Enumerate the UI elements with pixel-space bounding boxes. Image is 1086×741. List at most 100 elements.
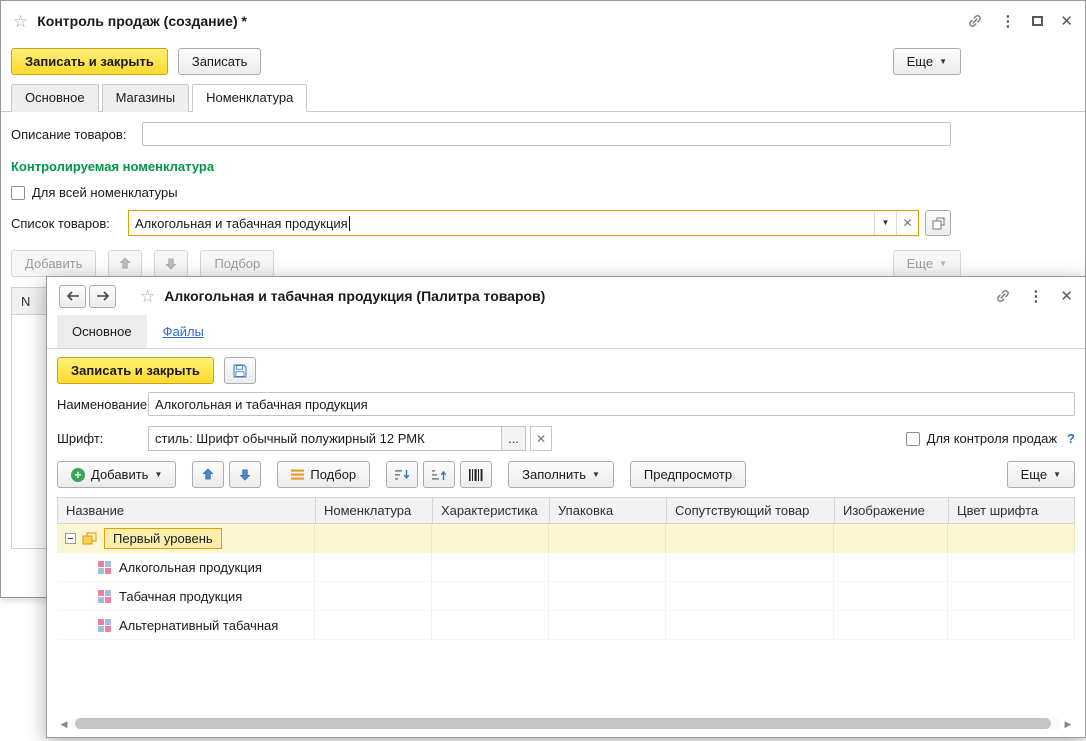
- empty-cell[interactable]: [834, 611, 948, 640]
- link-icon[interactable]: [967, 13, 983, 29]
- help-link[interactable]: ?: [1067, 431, 1075, 446]
- forward-navigation-button[interactable]: [89, 284, 116, 308]
- save-button[interactable]: [223, 357, 256, 384]
- preview-button[interactable]: Предпросмотр: [629, 461, 747, 488]
- empty-cell[interactable]: [834, 582, 948, 611]
- favorite-star-icon[interactable]: ☆: [13, 13, 28, 30]
- palette-grid-icon: [98, 560, 111, 574]
- tab-main[interactable]: Основное: [11, 84, 99, 112]
- empty-cell[interactable]: [432, 524, 549, 553]
- scroll-right-icon[interactable]: ▶: [1061, 719, 1075, 730]
- empty-cell[interactable]: [549, 553, 666, 582]
- nav-tab-main[interactable]: Основное: [57, 315, 147, 348]
- favorite-star-icon[interactable]: ☆: [140, 288, 155, 305]
- empty-cell[interactable]: [948, 582, 1075, 611]
- save-close-button[interactable]: Записать и закрыть: [11, 48, 168, 75]
- sort-descending-button[interactable]: [386, 461, 419, 488]
- description-input[interactable]: [142, 122, 951, 146]
- item-name-cell[interactable]: Альтернативный табачная: [57, 611, 315, 640]
- empty-cell[interactable]: [666, 553, 834, 582]
- group-name-cell[interactable]: Первый уровень: [57, 524, 315, 553]
- table-row-group[interactable]: Первый уровень: [57, 524, 1075, 553]
- empty-cell[interactable]: [549, 611, 666, 640]
- goods-list-dropdown-button[interactable]: ▼: [874, 211, 896, 235]
- table-row[interactable]: Алкогольная продукция: [57, 553, 1075, 582]
- goods-list-clear-button[interactable]: ✕: [896, 211, 918, 235]
- column-related-product[interactable]: Сопутствующий товар: [667, 498, 835, 523]
- fill-button[interactable]: Заполнить ▼: [508, 461, 614, 488]
- item-name-cell[interactable]: Табачная продукция: [57, 582, 315, 611]
- empty-cell[interactable]: [666, 524, 834, 553]
- move-down-button-disabled: [154, 250, 189, 277]
- column-packaging[interactable]: Упаковка: [550, 498, 667, 523]
- link-icon[interactable]: [995, 288, 1011, 304]
- empty-cell[interactable]: [948, 553, 1075, 582]
- column-nomenclature[interactable]: Номенклатура: [316, 498, 433, 523]
- empty-cell[interactable]: [315, 553, 432, 582]
- empty-cell[interactable]: [549, 524, 666, 553]
- close-icon[interactable]: ✕: [1060, 12, 1073, 30]
- palette-window: ☆ Алкогольная и табачная продукция (Пали…: [46, 276, 1086, 738]
- table-row[interactable]: Табачная продукция: [57, 582, 1075, 611]
- empty-cell[interactable]: [666, 611, 834, 640]
- scrollbar-thumb[interactable]: [75, 718, 1051, 729]
- tab-nomenclature[interactable]: Номенклатура: [192, 84, 308, 112]
- more-button-label: Еще: [906, 256, 934, 271]
- empty-cell[interactable]: [432, 553, 549, 582]
- all-nomenclature-checkbox[interactable]: [11, 185, 25, 200]
- nav-link-files[interactable]: Файлы: [163, 315, 204, 348]
- empty-cell[interactable]: [948, 524, 1075, 553]
- section-title: Контролируемая номенклатура: [11, 159, 215, 174]
- empty-cell[interactable]: [432, 611, 549, 640]
- sales-control-checkbox[interactable]: [905, 431, 920, 446]
- name-input[interactable]: [148, 392, 1075, 416]
- empty-cell[interactable]: [315, 582, 432, 611]
- font-clear-button[interactable]: ✕: [530, 426, 552, 451]
- column-font-color[interactable]: Цвет шрифта: [949, 498, 1075, 523]
- goods-list-combo[interactable]: Алкогольная и табачная продукция ▼ ✕: [128, 210, 919, 236]
- maximize-icon[interactable]: [1032, 16, 1044, 26]
- item-name: Алкогольная продукция: [119, 559, 262, 575]
- arrow-right-icon: [96, 291, 109, 301]
- collapse-icon[interactable]: [65, 533, 76, 544]
- font-input-group[interactable]: стиль: Шрифт обычный полужирный 12 РМК .…: [148, 426, 526, 451]
- item-name-cell[interactable]: Алкогольная продукция: [57, 553, 315, 582]
- column-characteristic[interactable]: Характеристика: [433, 498, 550, 523]
- back-navigation-button[interactable]: [59, 284, 86, 308]
- move-down-button[interactable]: [229, 461, 262, 488]
- empty-cell[interactable]: [432, 582, 549, 611]
- barcode-button[interactable]: [460, 461, 493, 488]
- tab-stores[interactable]: Магазины: [101, 84, 190, 112]
- column-name[interactable]: Название: [58, 498, 316, 523]
- table-row[interactable]: Альтернативный табачная: [57, 611, 1075, 640]
- close-icon[interactable]: ✕: [1060, 287, 1073, 305]
- goods-list-open-button[interactable]: [925, 210, 951, 236]
- scrollbar-track[interactable]: [71, 717, 1061, 731]
- column-image[interactable]: Изображение: [835, 498, 949, 523]
- move-up-button[interactable]: [192, 461, 225, 488]
- more-button[interactable]: Еще ▼: [1006, 461, 1075, 488]
- more-button[interactable]: Еще ▼: [892, 48, 961, 75]
- front-nav: Основное Файлы: [47, 315, 1085, 349]
- pick-button[interactable]: Подбор: [277, 461, 371, 488]
- empty-cell[interactable]: [666, 582, 834, 611]
- save-button[interactable]: Записать: [177, 48, 262, 75]
- empty-cell[interactable]: [948, 611, 1075, 640]
- empty-cell[interactable]: [834, 524, 948, 553]
- add-button[interactable]: + Добавить ▼: [57, 461, 177, 488]
- selected-cell-value[interactable]: Первый уровень: [104, 528, 222, 549]
- sort-ascending-button[interactable]: [423, 461, 456, 488]
- kebab-menu-icon[interactable]: ⋮: [1000, 12, 1015, 30]
- empty-cell[interactable]: [549, 582, 666, 611]
- kebab-menu-icon[interactable]: ⋮: [1028, 287, 1043, 305]
- font-choose-button[interactable]: ...: [501, 427, 525, 450]
- empty-cell[interactable]: [315, 524, 432, 553]
- scroll-left-icon[interactable]: ◀: [57, 719, 71, 730]
- empty-cell[interactable]: [834, 553, 948, 582]
- horizontal-scrollbar[interactable]: ◀ ▶: [57, 716, 1075, 732]
- font-value[interactable]: стиль: Шрифт обычный полужирный 12 РМК: [149, 427, 501, 450]
- palette-grid-icon: [98, 618, 111, 632]
- empty-cell[interactable]: [315, 611, 432, 640]
- goods-list-value[interactable]: Алкогольная и табачная продукция: [129, 211, 874, 235]
- save-close-button[interactable]: Записать и закрыть: [57, 357, 214, 384]
